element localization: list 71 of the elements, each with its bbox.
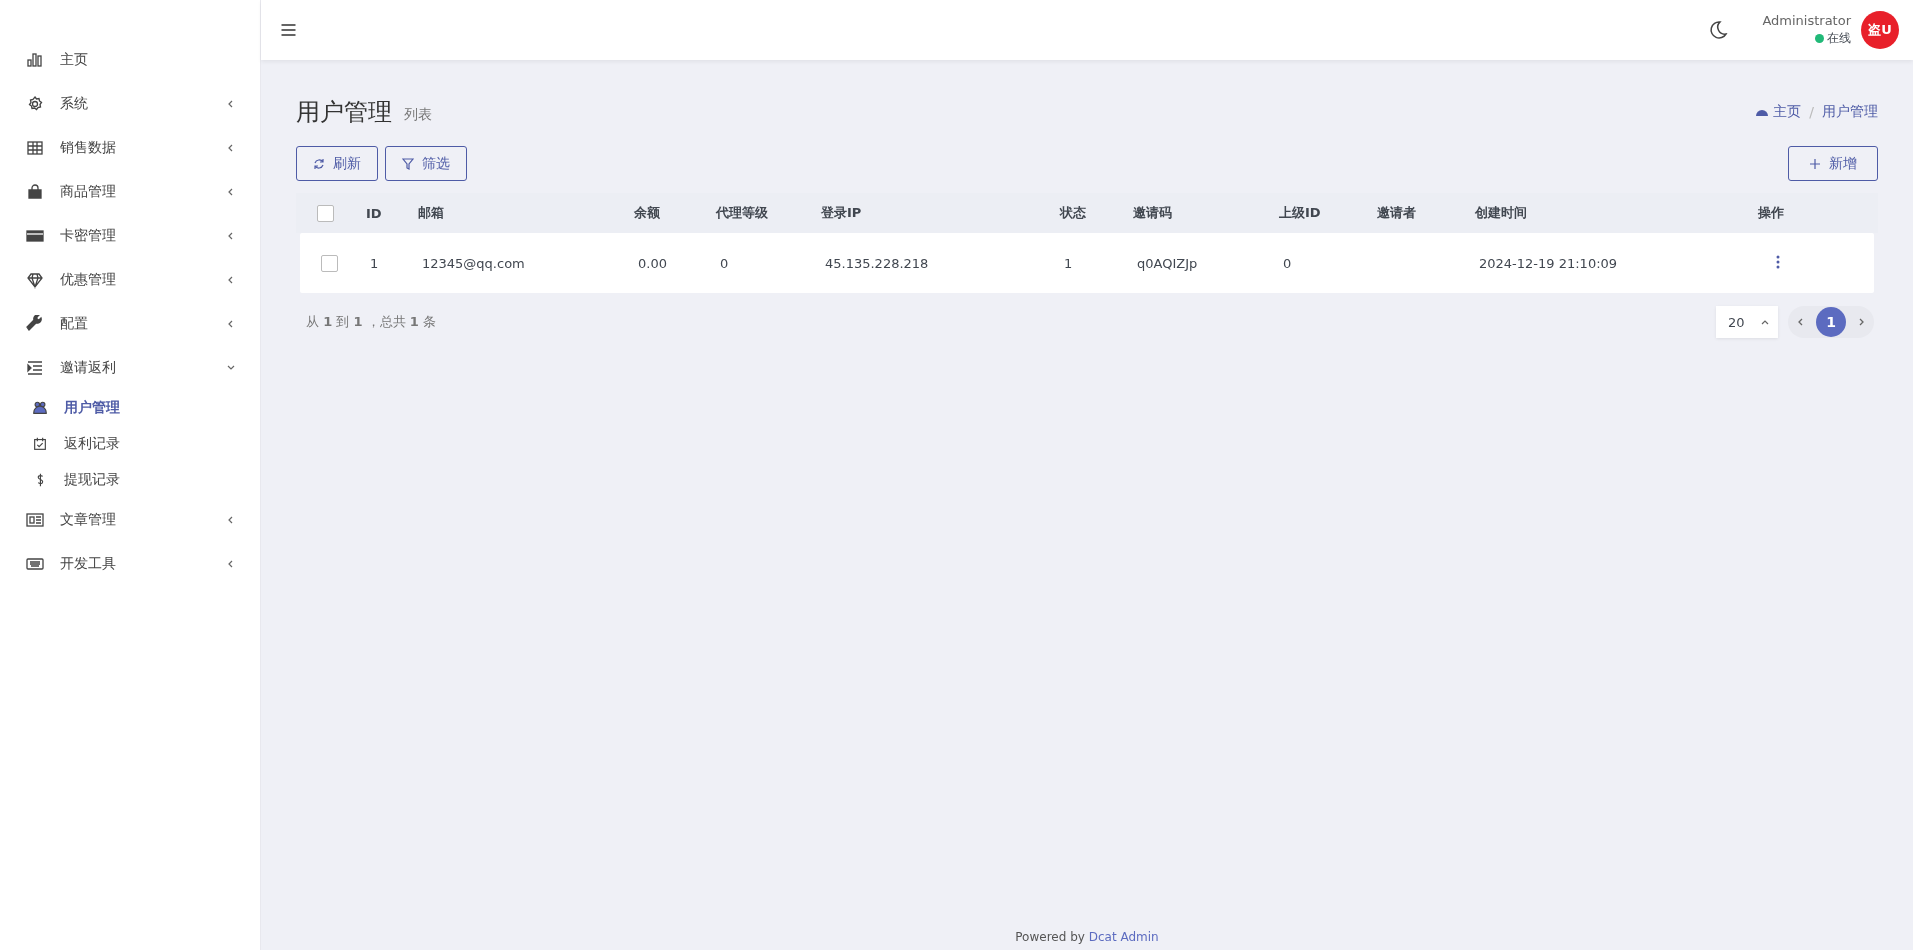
- sidebar-item[interactable]: 优惠管理: [0, 258, 260, 302]
- column-header: 登录IP: [821, 205, 862, 220]
- table-cell: 12345@qq.com: [422, 255, 525, 271]
- page-button[interactable]: 1: [1816, 307, 1846, 337]
- footer-link[interactable]: Dcat Admin: [1088, 930, 1159, 944]
- sidebar-item[interactable]: 系统: [0, 82, 260, 126]
- column-header: ID: [366, 205, 382, 221]
- column-header: 代理等级: [716, 205, 768, 220]
- menu-item-icon: [26, 95, 44, 113]
- column-header: 操作: [1758, 205, 1784, 220]
- breadcrumb-separator: /: [1809, 104, 1814, 120]
- plus-icon: [1809, 157, 1821, 170]
- page-title: 用户管理: [296, 97, 392, 128]
- column-header: 上级ID: [1279, 205, 1321, 220]
- table-cell: 45.135.228.218: [825, 255, 929, 271]
- submenu-icon: [32, 400, 48, 416]
- toolbar-button[interactable]: 刷新: [296, 146, 378, 181]
- column-header: 状态: [1060, 205, 1086, 220]
- table-cell: 2024-12-19 21:10:09: [1479, 255, 1618, 271]
- menu-item-icon: [26, 271, 44, 289]
- breadcrumb-link[interactable]: 用户管理: [1822, 103, 1878, 121]
- filter-icon: [402, 157, 414, 170]
- submenu-item[interactable]: 返利记录: [0, 426, 260, 462]
- page-subtitle: 列表: [404, 106, 432, 124]
- sidebar-item[interactable]: 邀请返利: [0, 346, 260, 390]
- menu-item-icon: [26, 183, 44, 201]
- per-page-select[interactable]: 20: [1716, 306, 1778, 338]
- table-cell: 0.00: [638, 255, 667, 271]
- submenu-item[interactable]: 用户管理: [0, 390, 260, 426]
- row-checkbox[interactable]: [321, 254, 338, 272]
- menu-item-icon: [26, 51, 44, 69]
- user-name: Administrator: [1762, 13, 1851, 28]
- submenu-icon: [32, 436, 48, 452]
- table-cell: 0: [1283, 255, 1292, 271]
- sidebar-item[interactable]: 配置: [0, 302, 260, 346]
- user-status: 在线: [1827, 30, 1851, 47]
- column-header: 邀请码: [1133, 205, 1172, 220]
- column-header: 邮箱: [418, 205, 444, 220]
- sidebar-item[interactable]: 主页: [0, 38, 260, 82]
- user-avatar[interactable]: 盗U: [1861, 11, 1899, 49]
- column-header: 余额: [634, 205, 660, 220]
- menu-item-icon: [26, 511, 44, 529]
- refresh-icon: [313, 157, 325, 170]
- sidebar-item[interactable]: 文章管理: [0, 498, 260, 542]
- footer-text: Powered by: [1015, 930, 1085, 944]
- moon-icon[interactable]: [1708, 20, 1729, 40]
- menu-item-icon: [26, 227, 44, 245]
- table-cell: 1: [1064, 255, 1073, 271]
- menu-icon[interactable]: [281, 24, 296, 36]
- pagination-summary: 从 1 到 1 ，总共 1 条: [305, 313, 436, 331]
- table-cell: q0AQIZJp: [1137, 255, 1198, 271]
- menu-item-icon: [26, 359, 44, 377]
- select-all-checkbox[interactable]: [317, 204, 334, 222]
- sidebar-item[interactable]: 开发工具: [0, 542, 260, 586]
- breadcrumb-link[interactable]: 主页: [1773, 103, 1802, 121]
- sidebar-item[interactable]: 销售数据: [0, 126, 260, 170]
- caret-icon: [1760, 319, 1770, 325]
- more-icon[interactable]: [1776, 254, 1780, 269]
- menu-item-icon: [26, 139, 44, 157]
- menu-item-icon: [26, 555, 44, 573]
- table-cell: 0: [720, 255, 729, 271]
- menu-item-icon: [26, 315, 44, 333]
- submenu-item[interactable]: 提现记录: [0, 462, 260, 498]
- add-button[interactable]: 新增: [1788, 146, 1878, 181]
- online-status-dot: [1815, 34, 1824, 43]
- column-header: 创建时间: [1475, 205, 1527, 220]
- column-header: 邀请者: [1377, 205, 1416, 220]
- toolbar-button[interactable]: 筛选: [385, 146, 467, 181]
- sidebar-item[interactable]: 商品管理: [0, 170, 260, 214]
- sidebar-item[interactable]: 卡密管理: [0, 214, 260, 258]
- table-cell: 1: [370, 255, 379, 271]
